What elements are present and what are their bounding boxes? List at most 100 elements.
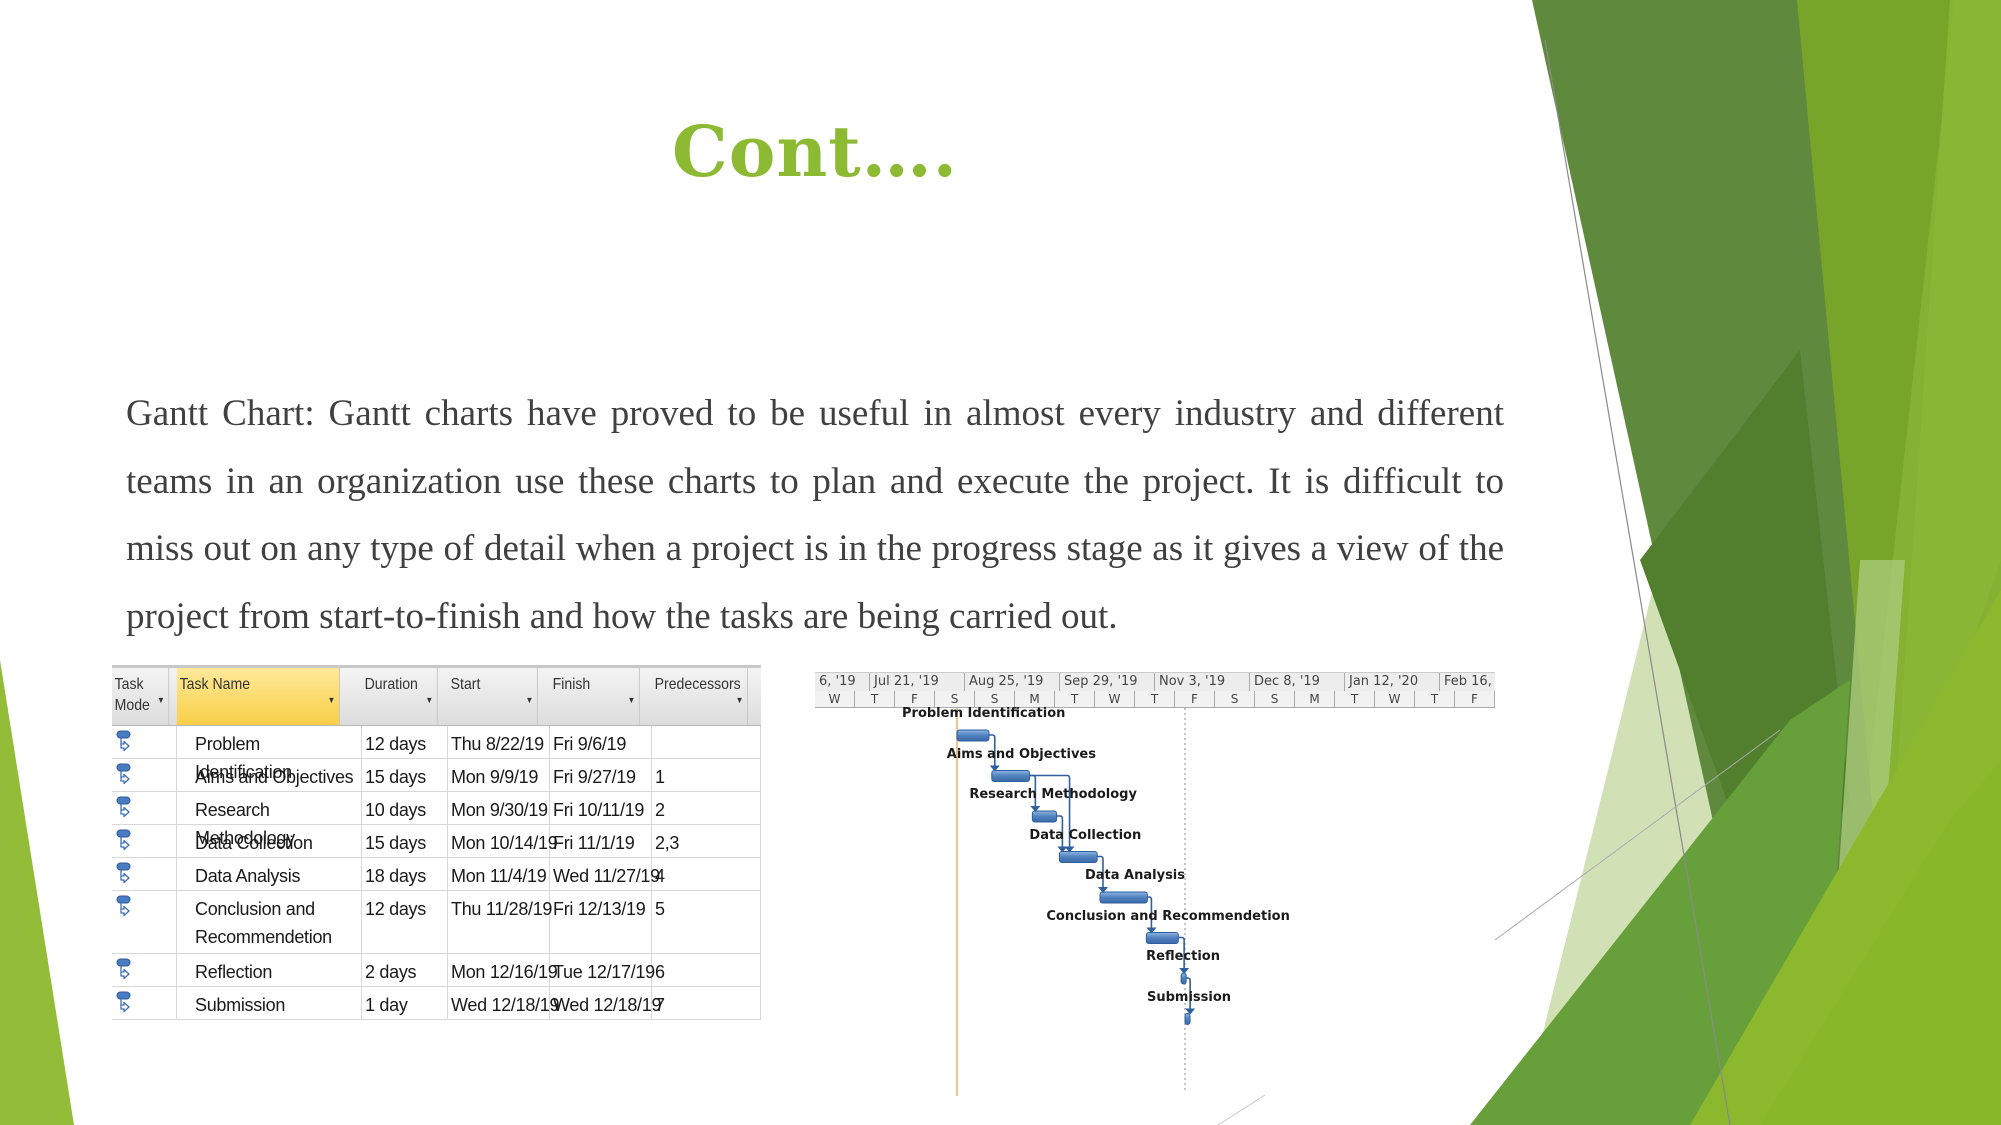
col-header-finish[interactable]: Finish ▼ [550, 668, 640, 725]
task-mode-cell[interactable] [112, 825, 177, 857]
predecessors-cell[interactable]: 6 [652, 954, 761, 986]
dropdown-arrow-icon[interactable]: ▼ [328, 690, 336, 711]
gantt-task-bar[interactable] [956, 729, 990, 742]
finish-cell[interactable]: Fri 12/13/19 [550, 891, 652, 953]
finish-cell[interactable]: Fri 11/1/19 [550, 825, 652, 857]
table-row[interactable]: Problem Identification 12 days Thu 8/22/19… [112, 726, 761, 782]
finish-cell[interactable]: Fri 10/11/19 [550, 792, 652, 824]
task-name-cell[interactable]: Conclusion and Recommendetion [177, 891, 362, 953]
gantt-task-bar[interactable] [991, 770, 1031, 782]
task-mode-cell[interactable] [112, 726, 177, 758]
start-cell[interactable]: Mon 11/4/19 [448, 858, 550, 890]
auto-scheduled-icon [116, 958, 131, 980]
task-name-cell[interactable]: Data Analysis [177, 858, 362, 890]
predecessors-cell-text: 1 [655, 767, 665, 787]
gantt-task-bar[interactable] [1099, 891, 1148, 904]
col-header-duration[interactable]: Duration ▼ [362, 668, 438, 725]
table-header-row: Task Mode ▼ Task Name ▼ Duration ▼ Start ▼ F… [112, 665, 761, 726]
dropdown-arrow-icon[interactable]: ▼ [425, 690, 433, 711]
col-header-predecessors[interactable]: Predecessors ▼ [652, 668, 748, 725]
col-header-start[interactable]: Start ▼ [448, 668, 538, 725]
col-header-task-mode[interactable]: Task Mode ▼ [112, 668, 170, 725]
predecessors-cell[interactable]: 7 [652, 987, 761, 1019]
decorative-line-3 [1217, 1094, 1266, 1125]
predecessors-cell[interactable] [652, 726, 761, 758]
table-row[interactable]: Reflection 2 days Mon 12/16/19 Tue 12/17/19… [112, 954, 761, 987]
table-row[interactable]: Conclusion and Recommendetion 12 days Thu … [112, 891, 761, 954]
task-mode-cell[interactable] [112, 987, 177, 1019]
task-name-cell[interactable]: Research Methodology [177, 792, 362, 848]
predecessors-cell[interactable]: 4 [652, 858, 761, 890]
task-name-cell[interactable]: Problem Identification [177, 726, 362, 782]
auto-scheduled-icon [116, 991, 131, 1013]
task-mode-cell[interactable] [112, 858, 177, 890]
predecessors-cell[interactable]: 5 [652, 891, 761, 953]
gantt-task-bar[interactable] [1058, 851, 1098, 863]
finish-cell[interactable]: Fri 9/27/19 [550, 759, 652, 791]
gantt-task-bar[interactable] [1180, 972, 1187, 985]
finish-cell-text: Fri 9/6/19 [553, 734, 627, 754]
duration-cell[interactable]: 12 days [362, 891, 448, 953]
table-row[interactable]: Submission 1 day Wed 12/18/19 Wed 12/18/19 7 [112, 987, 761, 1020]
gantt-task-label: Conclusion and Recommendetion [1046, 908, 1290, 924]
finish-cell[interactable]: Wed 11/27/19 [550, 858, 660, 890]
auto-scheduled-icon [116, 796, 131, 818]
start-cell[interactable]: Wed 12/18/19 [448, 987, 559, 1019]
start-cell-text: Mon 10/14/19 [451, 833, 558, 853]
finish-cell[interactable]: Fri 9/6/19 [550, 726, 652, 758]
start-cell-text: Thu 11/28/19 [451, 899, 553, 919]
duration-cell[interactable]: 1 day [362, 987, 448, 1019]
start-cell[interactable]: Thu 11/28/19 [448, 891, 553, 953]
task-table: Task Mode ▼ Task Name ▼ Duration ▼ Start ▼ F… [112, 665, 761, 1020]
finish-cell-text: Tue 12/17/19 [553, 962, 655, 982]
gantt-task-label: Submission [1147, 989, 1232, 1005]
start-cell-text: Mon 9/30/19 [451, 800, 548, 820]
task-mode-cell[interactable] [112, 891, 177, 953]
col-header-task-name[interactable]: Task Name ▼ [177, 668, 340, 725]
duration-cell[interactable]: 10 days [362, 792, 448, 824]
duration-cell-text: 10 days [365, 800, 426, 820]
task-mode-cell[interactable] [112, 792, 177, 824]
task-name-cell[interactable]: Data Collection [177, 825, 362, 857]
table-row[interactable]: Aims and Objectives 15 days Mon 9/9/19 Fri … [112, 759, 761, 792]
auto-scheduled-icon [116, 763, 131, 785]
task-name-cell[interactable]: Reflection [177, 954, 362, 986]
finish-cell[interactable]: Wed 12/18/19 [550, 987, 661, 1019]
duration-cell[interactable]: 15 days [362, 759, 448, 791]
gantt-task-label: Problem Identification [902, 706, 1066, 721]
task-mode-cell[interactable] [112, 954, 177, 986]
predecessors-cell[interactable]: 2,3 [652, 825, 761, 857]
duration-cell[interactable]: 12 days [362, 726, 448, 758]
task-mode-cell[interactable] [112, 759, 177, 791]
start-cell[interactable]: Thu 8/22/19 [448, 726, 550, 758]
start-cell[interactable]: Mon 9/30/19 [448, 792, 550, 824]
gantt-task-label: Reflection [1146, 949, 1220, 964]
start-cell[interactable]: Mon 9/9/19 [448, 759, 550, 791]
dropdown-arrow-icon[interactable]: ▼ [736, 690, 744, 711]
finish-cell[interactable]: Tue 12/17/19 [550, 954, 655, 986]
gantt-task-bar[interactable] [1184, 1013, 1191, 1025]
table-row[interactable]: Research Methodology 10 days Mon 9/30/19 Fr… [112, 792, 761, 848]
predecessors-cell[interactable]: 2 [652, 792, 761, 824]
predecessors-cell-text: 2,3 [655, 833, 680, 853]
duration-cell-text: 2 days [365, 962, 417, 982]
duration-cell[interactable]: 18 days [362, 858, 448, 890]
gantt-task-bar[interactable] [1145, 932, 1179, 944]
task-name-cell[interactable]: Aims and Objectives [177, 759, 362, 791]
gantt-task-bar[interactable] [1031, 810, 1058, 823]
duration-cell[interactable]: 2 days [362, 954, 448, 986]
predecessors-cell[interactable]: 1 [652, 759, 761, 791]
start-cell-text: Mon 12/16/19 [451, 962, 558, 982]
dropdown-arrow-icon[interactable]: ▼ [628, 690, 636, 711]
table-row[interactable]: Data Analysis 18 days Mon 11/4/19 Wed 11/27… [112, 858, 761, 891]
dropdown-arrow-icon[interactable]: ▼ [526, 690, 534, 711]
gantt-task-label: Aims and Objectives [946, 746, 1096, 762]
start-cell[interactable]: Mon 12/16/19 [448, 954, 558, 986]
table-row[interactable]: Data Collection 15 days Mon 10/14/19 Fri 11… [112, 825, 761, 858]
task-name-cell[interactable]: Submission [177, 987, 362, 1019]
start-cell-text: Wed 12/18/19 [451, 995, 560, 1015]
table-body: Problem Identification 12 days Thu 8/22/19… [112, 726, 761, 1020]
dropdown-arrow-icon[interactable]: ▼ [157, 690, 165, 711]
duration-cell[interactable]: 15 days [362, 825, 448, 857]
start-cell[interactable]: Mon 10/14/19 [448, 825, 558, 857]
